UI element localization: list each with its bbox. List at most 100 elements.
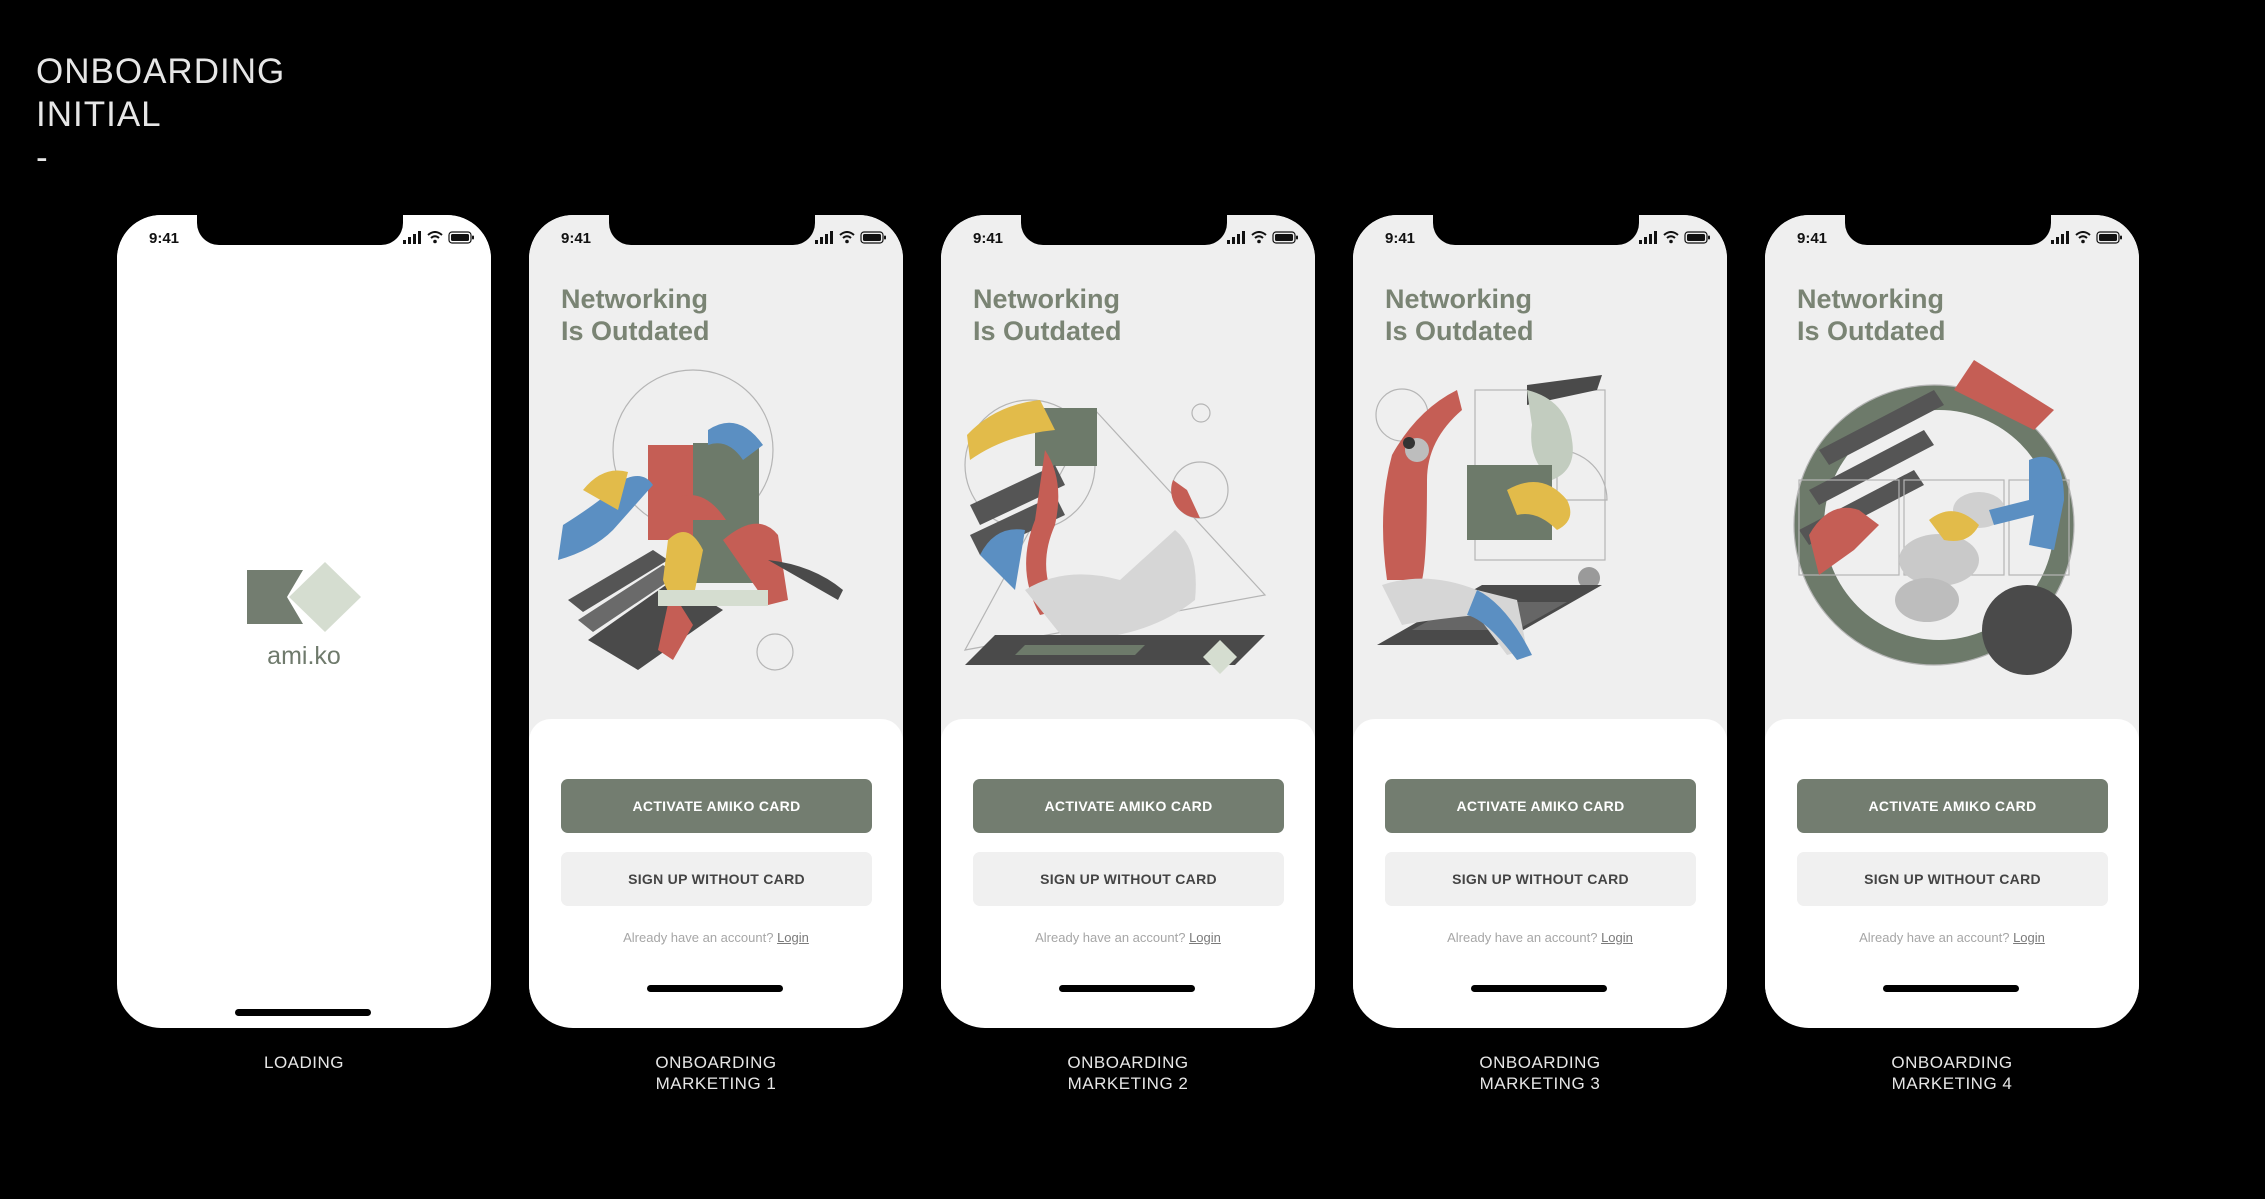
headline-line1: Networking: [973, 284, 1121, 314]
bottom-sheet: ACTIVATE AMIKO CARD SIGN UP WITHOUT CARD…: [941, 719, 1315, 1004]
status-icons: [815, 231, 886, 244]
activate-card-button[interactable]: ACTIVATE AMIKO CARD: [973, 779, 1284, 833]
phone-marketing-2: 9:41 Networking Is Outdated ACTIVATE AMI…: [941, 215, 1315, 1028]
status-time: 9:41: [973, 230, 1004, 247]
sign-up-without-card-button[interactable]: SIGN UP WITHOUT CARD: [973, 852, 1284, 906]
signal-icon: [2051, 231, 2069, 244]
notch: [197, 215, 403, 245]
caption-line1: ONBOARDING: [655, 1053, 777, 1072]
status-time: 9:41: [561, 230, 592, 247]
phone-marketing-3: 9:41 Networking Is Outdated ACTIVATE AMI…: [1353, 215, 1727, 1028]
status-icons: [1227, 231, 1298, 244]
caption-line1: ONBOARDING: [1891, 1053, 2013, 1072]
home-indicator: [235, 1009, 371, 1016]
headline: Networking Is Outdated: [973, 283, 1273, 347]
login-prompt: Already have an account? Login: [941, 930, 1315, 945]
headline-line2: Is Outdated: [973, 316, 1122, 346]
bottom-sheet: ACTIVATE AMIKO CARD SIGN UP WITHOUT CARD…: [1353, 719, 1727, 1004]
headline-line1: Networking: [1385, 284, 1533, 314]
activate-card-button[interactable]: ACTIVATE AMIKO CARD: [561, 779, 872, 833]
status-time: 9:41: [1385, 230, 1416, 247]
caption-line2: MARKETING 2: [1067, 1074, 1189, 1093]
caption-loading: LOADING: [117, 1052, 491, 1073]
caption-line2: MARKETING 4: [1891, 1074, 2013, 1093]
battery-icon: [1684, 231, 1710, 244]
status-icons: [1639, 231, 1710, 244]
phone-marketing-4: 9:41 Networking Is Outdated ACTIVATE AMI…: [1765, 215, 2139, 1028]
wifi-icon: [839, 231, 855, 244]
login-link[interactable]: Login: [1189, 930, 1221, 945]
signal-icon: [403, 231, 421, 244]
signal-icon: [1227, 231, 1245, 244]
login-link[interactable]: Login: [2013, 930, 2045, 945]
headline-line1: Networking: [561, 284, 709, 314]
wifi-icon: [427, 231, 443, 244]
headline: Networking Is Outdated: [1797, 283, 2097, 347]
login-prompt: Already have an account? Login: [1353, 930, 1727, 945]
signal-icon: [815, 231, 833, 244]
battery-icon: [860, 231, 886, 244]
notch: [1433, 215, 1639, 245]
illustration-people-stairs: [558, 369, 843, 671]
notch: [609, 215, 815, 245]
login-prompt: Already have an account? Login: [529, 930, 903, 945]
sign-up-without-card-button[interactable]: SIGN UP WITHOUT CARD: [561, 852, 872, 906]
home-indicator: [1471, 985, 1607, 992]
sign-up-without-card-button[interactable]: SIGN UP WITHOUT CARD: [1385, 852, 1696, 906]
loading-logo: ami.ko: [117, 560, 491, 671]
status-time: 9:41: [149, 230, 180, 247]
home-indicator: [1883, 985, 2019, 992]
bottom-sheet: ACTIVATE AMIKO CARD SIGN UP WITHOUT CARD…: [1765, 719, 2139, 1004]
login-prompt-text: Already have an account?: [1447, 930, 1598, 945]
caption-line1: ONBOARDING: [1067, 1053, 1189, 1072]
headline-line1: Networking: [1797, 284, 1945, 314]
login-prompt: Already have an account? Login: [1765, 930, 2139, 945]
headline: Networking Is Outdated: [1385, 283, 1685, 347]
home-indicator: [647, 985, 783, 992]
wifi-icon: [1663, 231, 1679, 244]
notch: [1845, 215, 2051, 245]
board-title-dash: -: [36, 138, 49, 177]
status-icons: [2051, 231, 2122, 244]
amiko-logo-icon: [247, 562, 361, 632]
board-title-line1: ONBOARDING: [36, 52, 286, 91]
caption-marketing-3: ONBOARDING MARKETING 3: [1353, 1052, 1727, 1094]
home-indicator: [1059, 985, 1195, 992]
battery-icon: [1272, 231, 1298, 244]
illustration-group-circle: [1793, 360, 2075, 675]
headline: Networking Is Outdated: [561, 283, 861, 347]
headline-line2: Is Outdated: [1385, 316, 1534, 346]
headline-line2: Is Outdated: [1797, 316, 1946, 346]
caption-line2: MARKETING 1: [655, 1074, 777, 1093]
illustration-laptop-worker: [1375, 375, 1608, 660]
caption-marketing-1: ONBOARDING MARKETING 1: [529, 1052, 903, 1094]
caption-line2: MARKETING 3: [1479, 1074, 1601, 1093]
sign-up-without-card-button[interactable]: SIGN UP WITHOUT CARD: [1797, 852, 2108, 906]
notch: [1021, 215, 1227, 245]
login-link[interactable]: Login: [777, 930, 809, 945]
board-title-line2: INITIAL: [36, 95, 162, 134]
activate-card-button[interactable]: ACTIVATE AMIKO CARD: [1797, 779, 2108, 833]
caption-marketing-2: ONBOARDING MARKETING 2: [941, 1052, 1315, 1094]
caption-line1: LOADING: [263, 1053, 345, 1072]
illustration-triangle-sitting: [963, 399, 1267, 674]
login-prompt-text: Already have an account?: [623, 930, 774, 945]
bottom-sheet: ACTIVATE AMIKO CARD SIGN UP WITHOUT CARD…: [529, 719, 903, 1004]
status-time: 9:41: [1797, 230, 1828, 247]
logo-text: ami.ko: [267, 642, 341, 670]
signal-icon: [1639, 231, 1657, 244]
board-title: ONBOARDING INITIAL -: [36, 50, 285, 179]
battery-icon: [2096, 231, 2122, 244]
phone-loading: 9:41 ami.ko: [117, 215, 491, 1028]
activate-card-button[interactable]: ACTIVATE AMIKO CARD: [1385, 779, 1696, 833]
phone-marketing-1: 9:41 Networking Is Outdated ACTIVATE AMI…: [529, 215, 903, 1028]
status-icons: [403, 231, 474, 244]
login-prompt-text: Already have an account?: [1035, 930, 1186, 945]
login-link[interactable]: Login: [1601, 930, 1633, 945]
battery-icon: [448, 231, 474, 244]
headline-line2: Is Outdated: [561, 316, 710, 346]
caption-line1: ONBOARDING: [1479, 1053, 1601, 1072]
caption-marketing-4: ONBOARDING MARKETING 4: [1765, 1052, 2139, 1094]
login-prompt-text: Already have an account?: [1859, 930, 2010, 945]
wifi-icon: [2075, 231, 2091, 244]
